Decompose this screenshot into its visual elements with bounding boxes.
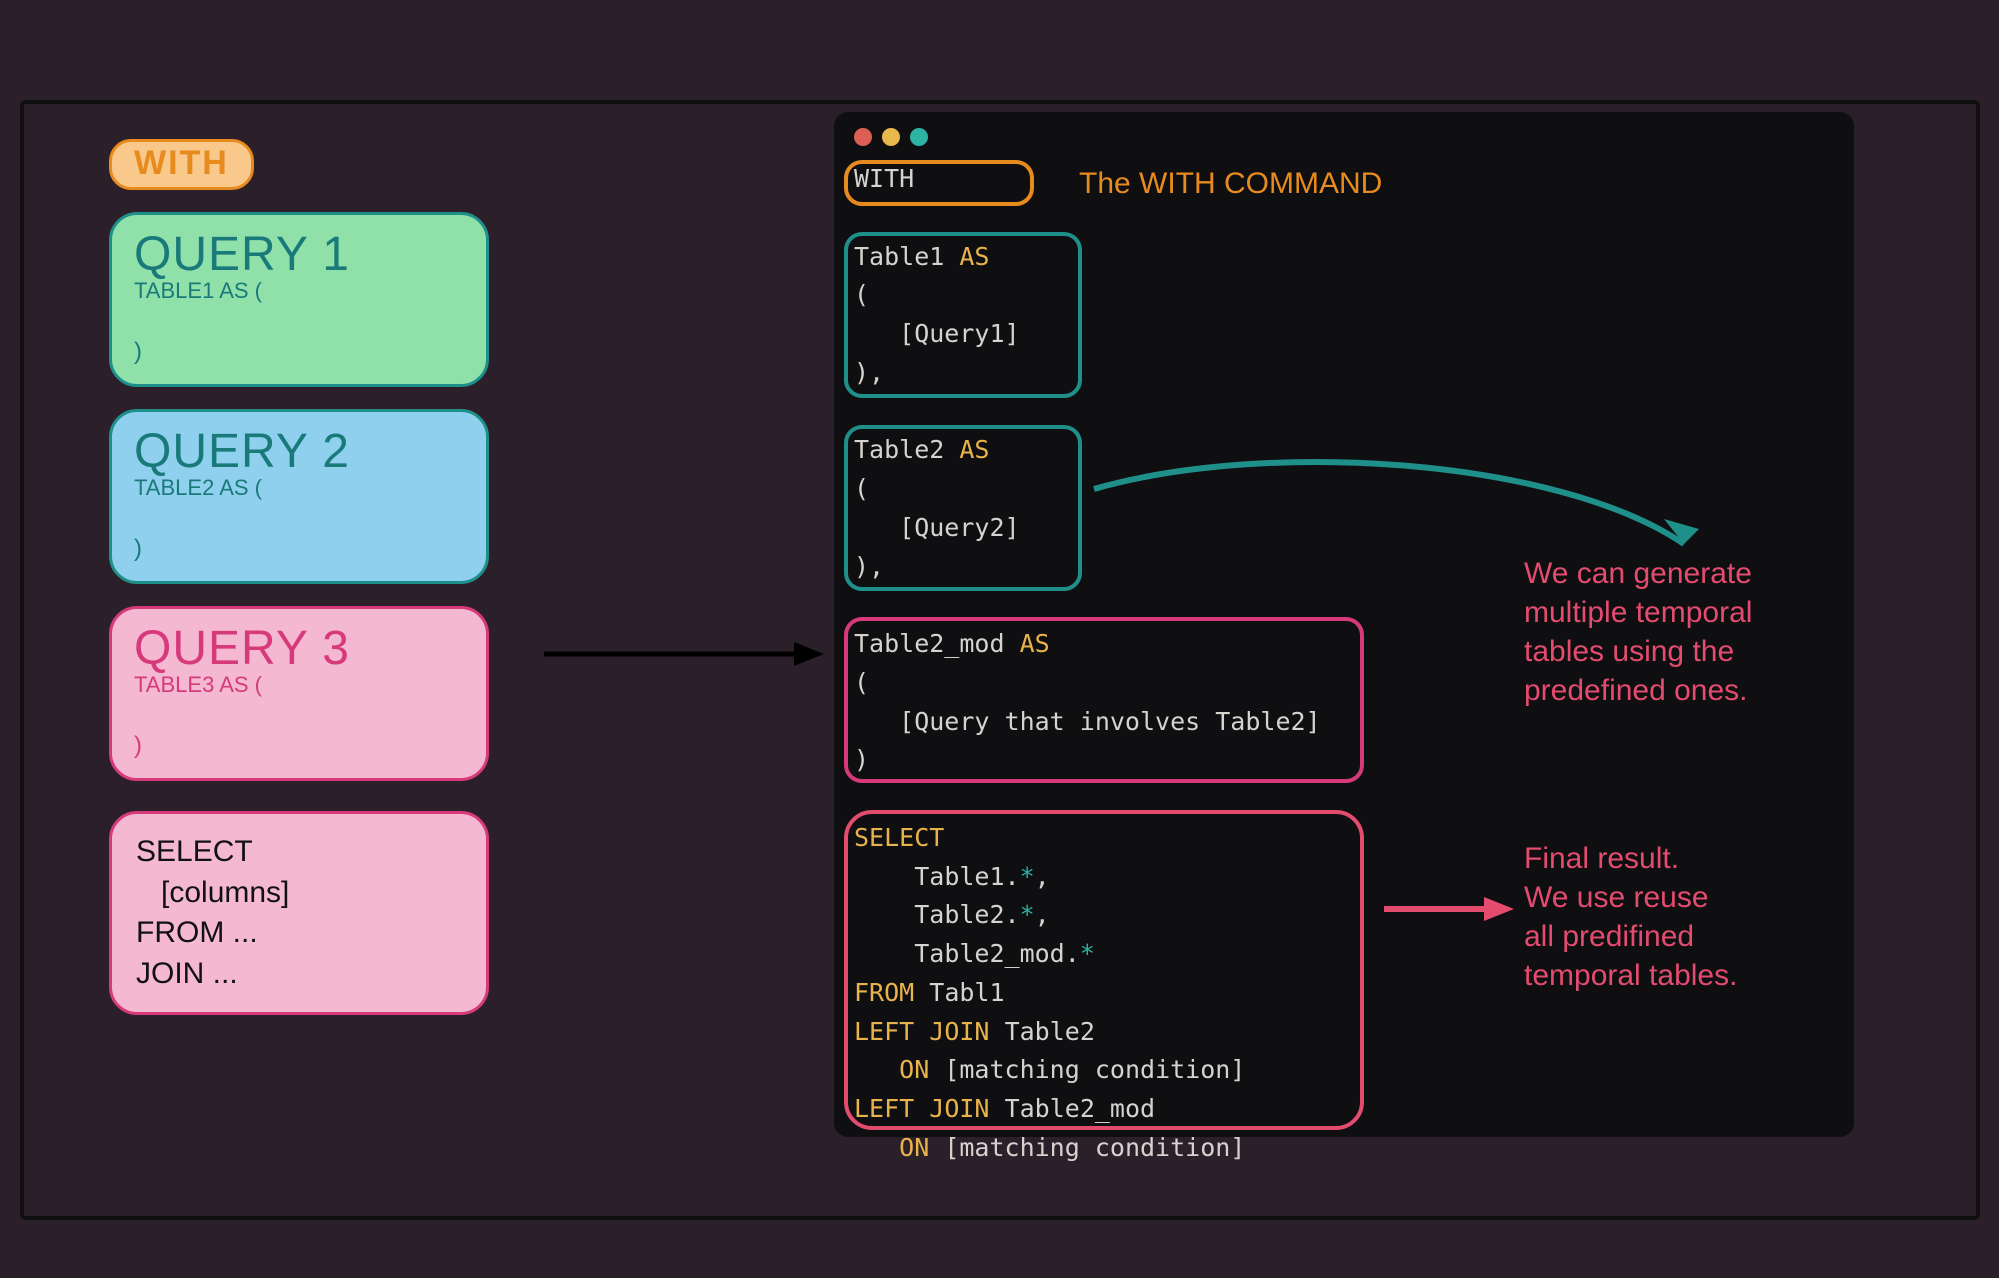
select-line-2: [columns] — [136, 873, 462, 914]
select-line-1: SELECT — [136, 832, 462, 873]
code-star-1: * — [1020, 862, 1035, 891]
code-on-2: ON — [899, 1133, 929, 1162]
code-join-2: JOIN — [929, 1094, 989, 1123]
diagram-frame: WITH QUERY 1 TABLE1 AS ( ) QUERY 2 TABLE… — [20, 100, 1980, 1220]
code-star-3: * — [1080, 939, 1095, 968]
query3-title: QUERY 3 — [134, 621, 464, 676]
close-dot-icon — [854, 128, 872, 146]
with-chip: WITH — [109, 139, 254, 190]
code-q2: [Query2] — [899, 513, 1019, 542]
minimize-dot-icon — [882, 128, 900, 146]
code-comma-2: , — [1035, 900, 1050, 929]
code-join2-tbl: Table2_mod — [1005, 1094, 1156, 1123]
code-on-1: ON — [899, 1055, 929, 1084]
code-left-2: LEFT — [854, 1094, 914, 1123]
code-with: WITH — [854, 164, 914, 193]
code-close-3: ) — [854, 745, 869, 774]
code-as-2: AS — [959, 435, 989, 464]
code-q1: [Query1] — [899, 319, 1019, 348]
code-cond-2: [matching condition] — [944, 1133, 1245, 1162]
select-line-4: JOIN ... — [136, 954, 462, 995]
code-left-1: LEFT — [854, 1017, 914, 1046]
select-box: SELECT [columns] FROM ... JOIN ... — [109, 811, 489, 1015]
zoom-dot-icon — [910, 128, 928, 146]
query1-title: QUERY 1 — [134, 227, 464, 282]
query3-box: QUERY 3 TABLE3 AS ( ) — [109, 606, 489, 781]
code-col3: Table2_mod. — [914, 939, 1080, 968]
code-col1: Table1. — [914, 862, 1019, 891]
code-open-2: ( — [854, 474, 869, 503]
code-join1-tbl: Table2 — [1005, 1017, 1095, 1046]
select-line-3: FROM ... — [136, 913, 462, 954]
code-t2-name: Table2 — [854, 435, 944, 464]
code-t2mod-name: Table2_mod — [854, 629, 1005, 658]
code-open-1: ( — [854, 280, 869, 309]
query1-close: ) — [134, 338, 464, 366]
window-controls — [854, 128, 1834, 146]
annotation-generate-tables: We can generate multiple temporal tables… — [1524, 554, 1752, 710]
annotation-with-command: The WITH COMMAND — [1079, 164, 1382, 203]
code-join-1: JOIN — [929, 1017, 989, 1046]
code-from-tbl: Tabl1 — [929, 978, 1004, 1007]
query3-close: ) — [134, 732, 464, 760]
code-close-2: ), — [854, 552, 884, 581]
code-close-1: ), — [854, 358, 884, 387]
code-as-1: AS — [959, 242, 989, 271]
code-col2: Table2. — [914, 900, 1019, 929]
code-from: FROM — [854, 978, 914, 1007]
query2-box: QUERY 2 TABLE2 AS ( ) — [109, 409, 489, 584]
query2-close: ) — [134, 535, 464, 563]
code-t1-name: Table1 — [854, 242, 944, 271]
annotation-final-result: Final result. We use reuse all predifine… — [1524, 839, 1737, 995]
code-q2mod: [Query that involves Table2] — [899, 707, 1320, 736]
query2-title: QUERY 2 — [134, 424, 464, 479]
query1-box: QUERY 1 TABLE1 AS ( ) — [109, 212, 489, 387]
code-comma-1: , — [1035, 862, 1050, 891]
code-as-3: AS — [1020, 629, 1050, 658]
left-column: WITH QUERY 1 TABLE1 AS ( ) QUERY 2 TABLE… — [109, 139, 514, 1015]
code-cond-1: [matching condition] — [944, 1055, 1245, 1084]
code-star-2: * — [1020, 900, 1035, 929]
code-open-3: ( — [854, 668, 869, 697]
code-select: SELECT — [854, 823, 944, 852]
arrow-to-code-icon — [544, 634, 824, 674]
